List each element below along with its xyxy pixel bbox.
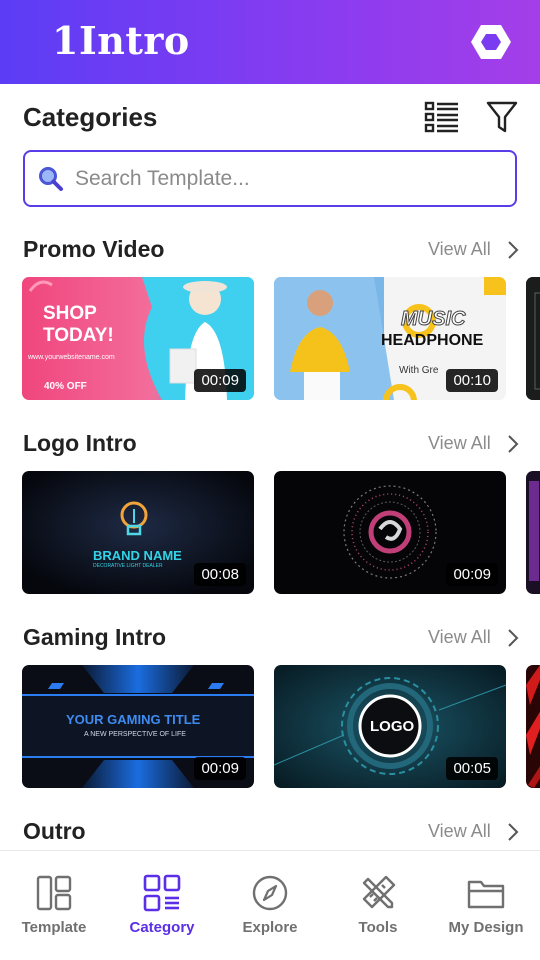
template-card-partial[interactable]	[526, 471, 540, 594]
thumb-title-line: TODAY!	[43, 325, 114, 346]
nav-item-my-design[interactable]: My Design	[432, 851, 540, 960]
section-title: Promo Video	[23, 236, 165, 262]
view-all-link[interactable]: View All	[428, 433, 491, 454]
thumb-badge: 40% OFF	[44, 381, 87, 392]
folder-icon	[466, 873, 506, 913]
template-card[interactable]: MUSIC HEADPHONE With Gre 00:10	[274, 277, 506, 400]
template-card[interactable]: YOUR GAMING TITLE A NEW PERSPECTIVE OF L…	[22, 665, 254, 788]
nav-label: Explore	[242, 919, 298, 936]
hexagon-icon[interactable]	[470, 22, 512, 62]
page-title: Categories	[23, 102, 158, 132]
nav-label: My Design	[448, 919, 524, 936]
compass-icon	[250, 873, 290, 913]
tools-icon	[358, 873, 398, 913]
duration-badge: 00:09	[446, 563, 498, 586]
thumb-title-line: YOUR GAMING TITLE	[66, 712, 201, 727]
view-all-link[interactable]: View All	[428, 627, 491, 648]
thumb-title-line: SHOP	[43, 303, 97, 324]
nav-label: Template	[21, 919, 87, 936]
thumb-title-line: LOGO	[370, 718, 415, 735]
nav-item-category[interactable]: Category	[108, 851, 216, 960]
nav-item-explore[interactable]: Explore	[216, 851, 324, 960]
template-card[interactable]: LOGO 00:05	[274, 665, 506, 788]
thumb-title-line: HEADPHONE	[381, 332, 484, 349]
template-card[interactable]: 00:09	[274, 471, 506, 594]
thumb-subtext: www.yourwebsitename.com	[28, 354, 115, 361]
search-icon	[38, 166, 64, 192]
thumbnail-partial	[526, 665, 540, 788]
section-title: Gaming Intro	[23, 624, 167, 650]
duration-badge: 00:09	[194, 757, 246, 780]
chevron-right-icon[interactable]	[506, 240, 520, 260]
thumb-subtext: DECORATIVE LIGHT DEALER	[93, 563, 163, 569]
chevron-right-icon[interactable]	[506, 434, 520, 454]
template-card[interactable]: BRAND NAME DECORATIVE LIGHT DEALER 00:08	[22, 471, 254, 594]
thumb-title-line: BRAND NAME	[93, 548, 182, 563]
thumb-subtext: With Gre	[399, 365, 439, 376]
nav-item-tools[interactable]: Tools	[324, 851, 432, 960]
duration-badge: 00:05	[446, 757, 498, 780]
search-box[interactable]	[23, 150, 517, 207]
duration-badge: 00:10	[446, 369, 498, 392]
template-card[interactable]: SHOP TODAY! www.yourwebsitename.com 40% …	[22, 277, 254, 400]
app-logo: 1Intro	[52, 18, 190, 63]
filter-icon[interactable]	[486, 100, 518, 134]
list-view-icon[interactable]	[424, 100, 460, 134]
view-all-link[interactable]: View All	[428, 239, 491, 260]
thumb-title-line: MUSIC	[400, 308, 466, 331]
nav-label: Tools	[358, 919, 398, 936]
thumbnail-partial	[526, 277, 540, 400]
bottom-nav: Template Category Explore Tools My Desig…	[0, 850, 540, 960]
search-input[interactable]	[75, 162, 495, 196]
template-card-partial[interactable]	[526, 665, 540, 788]
template-card-partial[interactable]	[526, 277, 540, 400]
duration-badge: 00:09	[194, 369, 246, 392]
nav-item-template[interactable]: Template	[0, 851, 108, 960]
template-layout-icon	[34, 873, 74, 913]
view-all-link[interactable]: View All	[428, 821, 491, 842]
nav-label: Category	[129, 919, 195, 936]
app-header: 1Intro	[0, 0, 540, 84]
category-grid-icon	[142, 873, 182, 913]
section-title: Logo Intro	[23, 430, 137, 456]
chevron-right-icon[interactable]	[506, 822, 520, 842]
section-title: Outro	[23, 818, 86, 844]
chevron-right-icon[interactable]	[506, 628, 520, 648]
thumb-subtext: A NEW PERSPECTIVE OF LIFE	[84, 731, 186, 738]
thumbnail-partial	[526, 471, 540, 594]
duration-badge: 00:08	[194, 563, 246, 586]
